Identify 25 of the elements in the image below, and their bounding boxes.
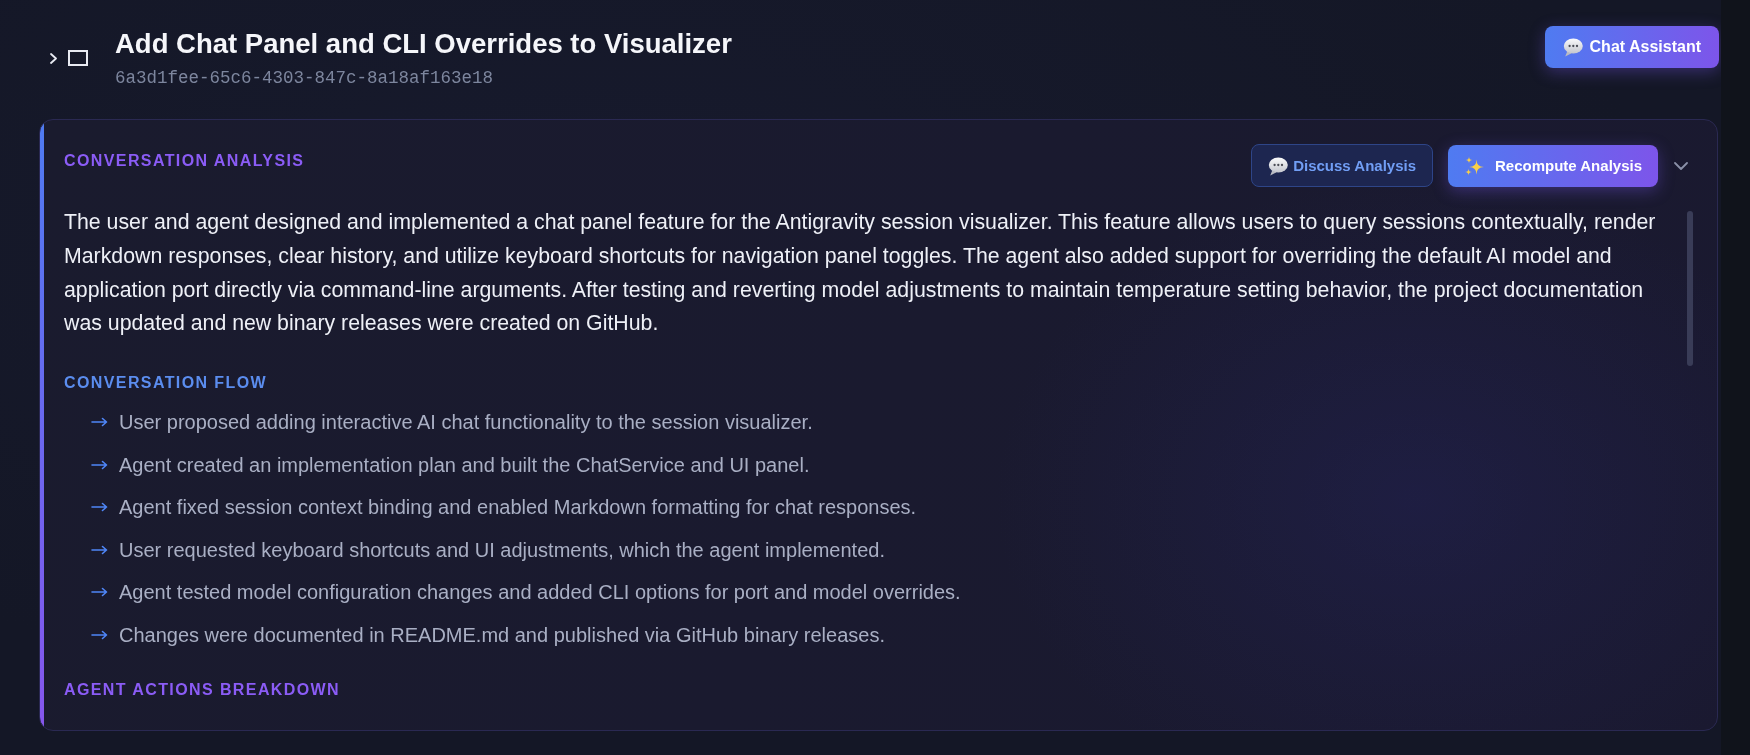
flow-step-text: Agent fixed session context binding and enabled Markdown formatting for chat responses. <box>119 495 917 521</box>
chat-bubble-icon <box>1268 155 1289 176</box>
arrow-icon <box>91 629 108 640</box>
chat-assistant-button[interactable]: Chat Assistant <box>1544 26 1719 68</box>
section-heading: AGENT ACTIONS BREAKDOWN <box>64 679 342 699</box>
arrow-icon <box>91 417 108 427</box>
flow-step-text: User requested keyboard shortcuts and UI adjustments, which the agent implemented. <box>119 537 885 563</box>
arrow-icon <box>91 544 108 555</box>
session-id: 6a3d1fee-65c6-4303-847c-8a18af163e18 <box>115 68 495 88</box>
discuss-button[interactable]: Discuss Analysis <box>1251 144 1433 187</box>
chat-bubble-icon <box>1562 37 1583 57</box>
arrow-icon <box>91 459 108 470</box>
flow-step-text: User proposed adding interactive AI chat functionality to the session visualizer. <box>119 410 813 435</box>
section-heading: CONVERSATION ANALYSIS <box>64 151 305 170</box>
flow-step-text: Agent tested model configuration changes and added CLI options for port and model overrides. <box>119 580 961 606</box>
flow-step-text: Agent created an implementation plan and built the ChatService and UI panel. <box>119 452 810 478</box>
flow-step-text: Changes were documented in README.md and published via GitHub binary releases. <box>119 622 885 648</box>
section-heading: CONVERSATION FLOW <box>64 373 269 392</box>
session-title: Add Chat Panel and CLI Overrides to Visualizer <box>115 28 732 60</box>
square-icon[interactable] <box>68 50 88 66</box>
scrollbar[interactable] <box>1687 211 1693 366</box>
recompute-button[interactable]: Recompute Analysis <box>1448 144 1658 187</box>
arrow-icon <box>91 502 108 513</box>
summary-text: The user and agent designed and implemented a chat panel feature for the Antigravity session visualizer. This feature allows users to query sessions contextually, render Markdown responses, clear history, and utilize keyboard shortcuts for navigation panel toggles. The agent also added support for overriding the default AI model and application port directly via command-line arguments. After testing and reverting model adjustments to maintain temperature setting behavior, the project documentation was updated and new binary releases were created on GitHub. <box>64 209 1657 338</box>
arrow-icon <box>91 587 108 598</box>
